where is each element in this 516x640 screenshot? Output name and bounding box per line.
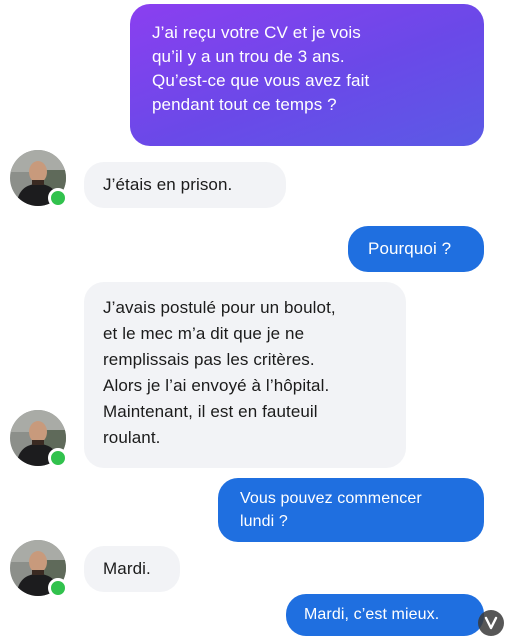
message-line: J’avais postulé pour un boulot,	[103, 298, 336, 317]
message-line: qu’il y a un trou de 3 ans.	[152, 47, 345, 66]
chat-thread: J’ai reçu votre CV et je vois qu’il y a …	[0, 0, 516, 640]
sent-message-bubble[interactable]: Pourquoi ?	[348, 226, 484, 272]
message-line: J’étais en prison.	[103, 175, 233, 194]
sent-message-bubble[interactable]: Vous pouvez commencer lundi ?	[218, 478, 484, 542]
online-status-dot	[48, 578, 68, 598]
received-message-bubble[interactable]: J’avais postulé pour un boulot, et le me…	[84, 282, 406, 468]
message-line: Mardi.	[103, 559, 151, 578]
message-line: Pourquoi ?	[368, 239, 452, 258]
watermark-logo	[478, 610, 504, 636]
message-line: roulant.	[103, 428, 161, 447]
watermark-icon	[484, 616, 498, 630]
contact-avatar[interactable]	[10, 410, 68, 468]
received-message-bubble[interactable]: J’étais en prison.	[84, 162, 286, 208]
sent-message-bubble[interactable]: Mardi, c’est mieux.	[286, 594, 484, 636]
message-line: pendant tout ce temps ?	[152, 95, 337, 114]
message-line: lundi ?	[240, 513, 288, 530]
message-line: Vous pouvez commencer	[240, 490, 422, 507]
message-line: Maintenant, il est en fauteuil	[103, 402, 318, 421]
message-line: J’ai reçu votre CV et je vois	[152, 23, 361, 42]
message-line: remplissais pas les critères.	[103, 350, 315, 369]
online-status-dot	[48, 188, 68, 208]
message-line: Alors je l’ai envoyé à l’hôpital.	[103, 376, 330, 395]
sent-message-bubble[interactable]: J’ai reçu votre CV et je vois qu’il y a …	[130, 4, 484, 146]
message-line: Qu’est-ce que vous avez fait	[152, 71, 370, 90]
contact-avatar[interactable]	[10, 540, 68, 598]
received-message-bubble[interactable]: Mardi.	[84, 546, 180, 592]
message-line: et le mec m’a dit que je ne	[103, 324, 305, 343]
online-status-dot	[48, 448, 68, 468]
message-line: Mardi, c’est mieux.	[304, 606, 440, 623]
contact-avatar[interactable]	[10, 150, 68, 208]
